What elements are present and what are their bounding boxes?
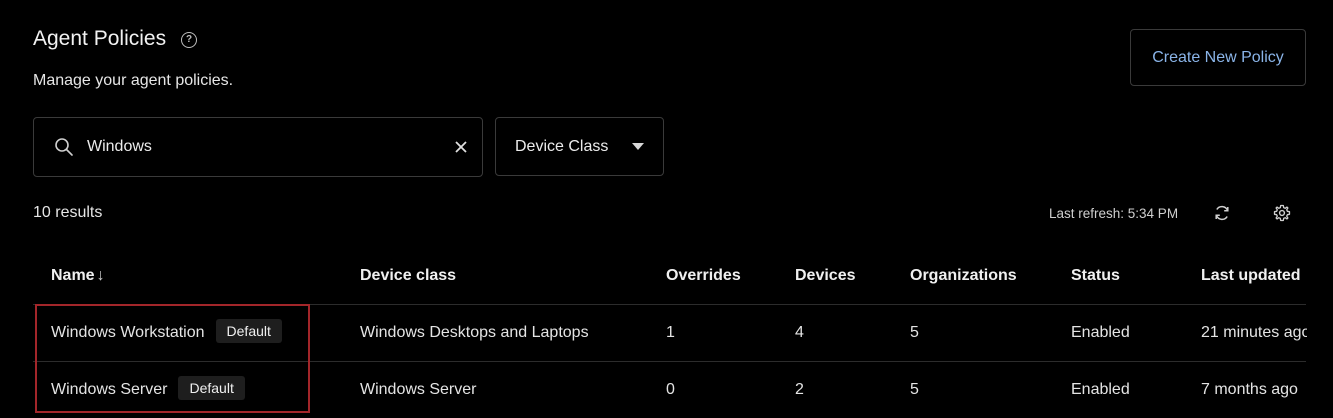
devices-cell: 2 [795,381,804,398]
page-title: Agent Policies [33,27,167,50]
column-header-status[interactable]: Status [1071,267,1120,285]
column-header-device-class[interactable]: Device class [360,267,456,285]
column-header-last-updated[interactable]: Last updated [1201,267,1301,285]
column-name-label: Name [51,267,95,284]
device-class-cell: Windows Server [360,381,477,398]
overrides-cell: 1 [666,324,675,341]
policy-name[interactable]: Windows Server [51,381,167,398]
search-icon [54,137,74,157]
device-class-label: Device Class [515,137,609,155]
last-updated-cell: 7 months ago [1201,381,1298,398]
search-field[interactable] [33,117,483,177]
search-input[interactable] [87,138,453,156]
status-cell: Enabled [1071,381,1130,398]
device-class-cell: Windows Desktops and Laptops [360,324,589,341]
close-icon[interactable] [453,139,469,155]
devices-cell: 4 [795,324,804,341]
column-header-name[interactable]: Name ↓ [51,267,105,285]
refresh-icon[interactable] [1212,203,1232,223]
column-header-devices[interactable]: Devices [795,267,856,285]
table-row[interactable]: Windows Workstation Default Windows Deskt… [33,305,1307,362]
column-header-overrides[interactable]: Overrides [666,267,741,285]
default-badge: Default [178,376,245,400]
policies-table: Name ↓ Device class Overrides Devices Org… [33,247,1307,418]
organizations-cell: 5 [910,324,919,341]
page-subtitle: Manage your agent policies. [33,72,234,89]
last-updated-cell: 21 minutes ago [1201,324,1307,341]
default-badge: Default [215,319,282,343]
device-class-dropdown[interactable]: Device Class [495,117,664,176]
policy-name-cell[interactable]: Windows Workstation Default [51,319,282,344]
organizations-cell: 5 [910,381,919,398]
last-refresh: Last refresh: 5:34 PM [1049,206,1179,221]
page-title-row: Agent Policies ? [33,27,198,51]
overrides-cell: 0 [666,381,675,398]
table-row[interactable]: Windows Server Default Windows Server 0 2… [33,362,1306,418]
status-cell: Enabled [1071,324,1130,341]
policy-name[interactable]: Windows Workstation [51,324,205,341]
help-icon[interactable]: ? [181,32,198,48]
column-header-organizations[interactable]: Organizations [910,267,1017,285]
results-count: 10 results [33,204,103,221]
gear-icon[interactable] [1272,203,1292,223]
table-header: Name ↓ Device class Overrides Devices Org… [33,247,1306,305]
sort-down-icon[interactable]: ↓ [97,267,105,284]
agent-policies-page: Agent Policies ? Manage your agent polic… [0,0,1333,418]
create-new-policy-button[interactable]: Create New Policy [1130,29,1306,86]
caret-down-icon [632,143,644,150]
policy-name-cell[interactable]: Windows Server Default [51,376,245,401]
